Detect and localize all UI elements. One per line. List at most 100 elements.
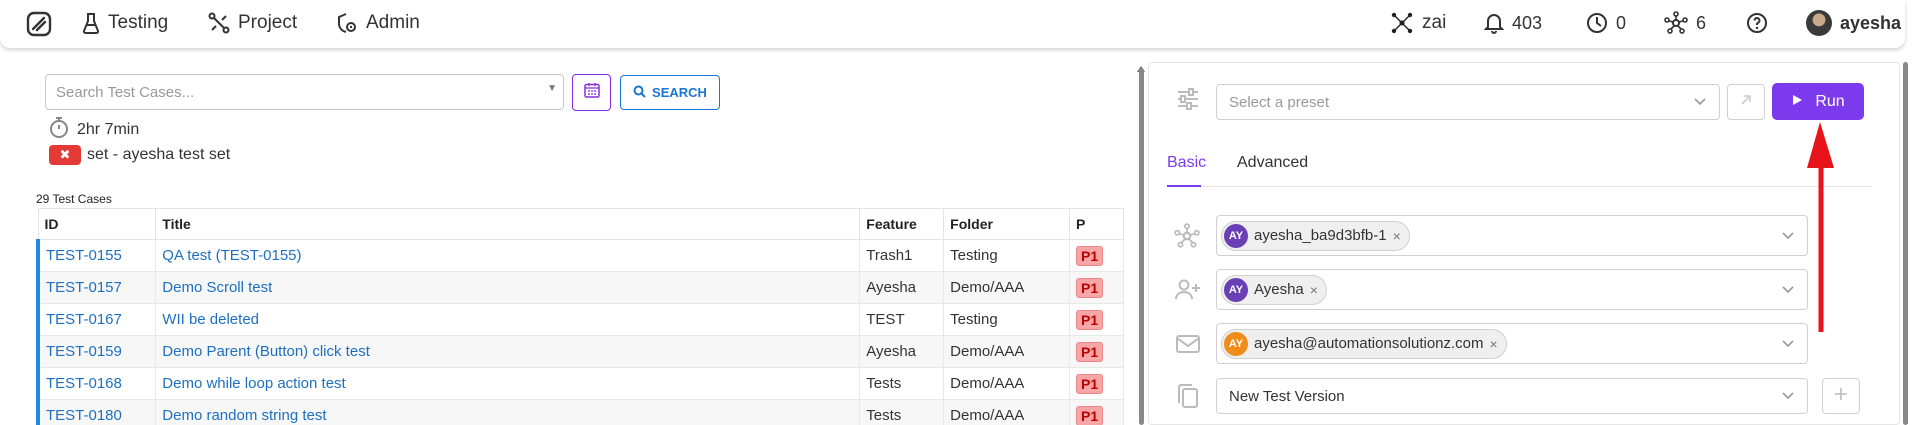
email-chip-label: ayesha@automationsolutionz.com (1254, 335, 1484, 352)
right-scrollbar[interactable] (1903, 62, 1908, 425)
table-row[interactable]: TEST-0180 Demo random string test Tests … (36, 399, 1124, 425)
test-id-link[interactable]: TEST-0155 (46, 247, 122, 264)
add-version-button[interactable] (1822, 378, 1860, 414)
version-label: New Test Version (1229, 387, 1345, 405)
col-header-priority[interactable]: P (1069, 208, 1124, 240)
test-id-link[interactable]: TEST-0180 (46, 407, 122, 424)
remove-chip-icon[interactable]: × (1310, 282, 1318, 298)
help-icon (1746, 12, 1768, 34)
add-user-icon (1175, 278, 1201, 305)
timer-value: 2hr 7min (77, 120, 140, 138)
sliders-icon (1176, 88, 1200, 115)
nav-admin[interactable]: Admin (336, 0, 420, 46)
table-row[interactable]: TEST-0168 Demo while loop action test Te… (36, 367, 1124, 400)
selected-set: ✖ set - ayesha test set (49, 145, 230, 165)
test-title-link[interactable]: QA test (TEST-0155) (162, 247, 301, 264)
elapsed-timer: 2hr 7min (49, 116, 139, 143)
tab-basic[interactable]: Basic (1167, 154, 1206, 172)
table-header-row: ID Title Feature Folder P (37, 208, 1124, 240)
notifications-count: 403 (1512, 12, 1543, 33)
test-title-link[interactable]: Demo Scroll test (162, 279, 272, 296)
test-id-link[interactable]: TEST-0157 (46, 279, 122, 296)
flask-icon (82, 12, 100, 34)
preset-select[interactable]: Select a preset (1216, 84, 1720, 120)
top-navbar: Testing Project Admin zai 403 0 6 ayesha (0, 0, 1905, 48)
agent-network-icon (1174, 223, 1200, 254)
run-button-label: Run (1815, 92, 1845, 110)
connections-count: 6 (1696, 12, 1707, 33)
col-header-title[interactable]: Title (155, 208, 861, 240)
notifications-button[interactable]: 403 (1484, 0, 1542, 46)
test-id-link[interactable]: TEST-0159 (46, 343, 122, 360)
search-button[interactable]: SEARCH (620, 75, 720, 110)
col-header-folder[interactable]: Folder (943, 208, 1071, 240)
feature-cell: Ayesha (859, 335, 945, 368)
search-button-label: SEARCH (652, 85, 707, 100)
test-title-link[interactable]: Demo random string test (162, 407, 326, 424)
col-header-id[interactable]: ID (37, 208, 157, 240)
priority-badge: P1 (1076, 245, 1104, 266)
connections-button[interactable]: 6 (1664, 0, 1706, 46)
user-menu[interactable]: ayesha (1806, 0, 1901, 46)
remove-chip-icon[interactable]: × (1490, 336, 1498, 352)
left-scrollbar[interactable] (1139, 68, 1144, 425)
remove-set-icon[interactable]: ✖ (49, 145, 81, 165)
email-select[interactable]: AY ayesha@automationsolutionz.com × (1216, 323, 1808, 364)
feature-cell: TEST (859, 303, 945, 336)
nav-project-label: Project (238, 12, 298, 33)
test-version-select[interactable]: New Test Version (1216, 378, 1808, 414)
chevron-down-icon (1781, 388, 1795, 406)
agent-chip[interactable]: AY ayesha_ba9d3bfb-1 × (1221, 220, 1410, 251)
search-test-cases-input[interactable]: Search Test Cases... ▼ (45, 74, 564, 110)
email-chip[interactable]: AY ayesha@automationsolutionz.com × (1221, 328, 1507, 359)
col-header-feature[interactable]: Feature (859, 208, 945, 240)
test-cases-table: ID Title Feature Folder P TEST-0155 QA t… (36, 208, 1124, 425)
agent-select[interactable]: AY ayesha_ba9d3bfb-1 × (1216, 215, 1808, 256)
calendar-button[interactable] (572, 74, 611, 111)
priority-badge: P1 (1076, 309, 1104, 330)
feature-cell: Trash1 (859, 239, 945, 272)
history-button[interactable]: 0 (1586, 0, 1626, 46)
preset-placeholder: Select a preset (1229, 93, 1330, 111)
remove-chip-icon[interactable]: × (1393, 228, 1401, 244)
nav-testing[interactable]: Testing (82, 0, 168, 46)
folder-cell: Demo/AAA (943, 335, 1071, 368)
priority-badge: P1 (1076, 405, 1104, 425)
zai-icon (1390, 11, 1414, 35)
tab-advanced[interactable]: Advanced (1237, 154, 1308, 172)
test-title-link[interactable]: WII be deleted (162, 311, 259, 328)
test-title-link[interactable]: Demo Parent (Button) click test (162, 343, 370, 360)
bell-icon (1484, 12, 1504, 34)
folder-cell: Testing (943, 303, 1071, 336)
priority-badge: P1 (1076, 341, 1104, 362)
open-preset-button[interactable] (1727, 84, 1765, 120)
nav-project[interactable]: Project (208, 0, 297, 46)
external-link-icon (1738, 92, 1754, 113)
table-row[interactable]: TEST-0155 QA test (TEST-0155) Trash1 Tes… (36, 239, 1124, 272)
agent-chip-label: ayesha_ba9d3bfb-1 (1254, 227, 1387, 244)
test-title-link[interactable]: Demo while loop action test (162, 375, 345, 392)
table-row[interactable]: TEST-0159 Demo Parent (Button) click tes… (36, 335, 1124, 368)
folder-cell: Demo/AAA (943, 367, 1071, 400)
chevron-down-icon[interactable] (1781, 282, 1795, 301)
chevron-down-icon[interactable] (1781, 228, 1795, 247)
table-row[interactable]: TEST-0167 WII be deleted TEST Testing P1 (36, 303, 1124, 336)
test-id-link[interactable]: TEST-0168 (46, 375, 122, 392)
user-chip[interactable]: AY Ayesha × (1221, 274, 1327, 305)
app-logo-icon[interactable] (26, 11, 52, 42)
network-icon (1664, 11, 1688, 35)
priority-badge: P1 (1076, 277, 1104, 298)
test-id-link[interactable]: TEST-0167 (46, 311, 122, 328)
set-label: set - ayesha test set (87, 146, 231, 163)
search-icon (633, 85, 646, 101)
zai-button[interactable]: zai (1390, 0, 1446, 46)
chevron-down-icon[interactable] (1781, 336, 1795, 355)
feature-cell: Tests (859, 367, 945, 400)
chevron-down-icon (1693, 94, 1707, 112)
user-select[interactable]: AY Ayesha × (1216, 269, 1808, 310)
run-button[interactable]: Run (1772, 83, 1864, 120)
folder-cell: Demo/AAA (943, 271, 1071, 304)
table-row[interactable]: TEST-0157 Demo Scroll test Ayesha Demo/A… (36, 271, 1124, 304)
email-chip-avatar: AY (1224, 331, 1248, 356)
help-button[interactable] (1746, 0, 1768, 46)
